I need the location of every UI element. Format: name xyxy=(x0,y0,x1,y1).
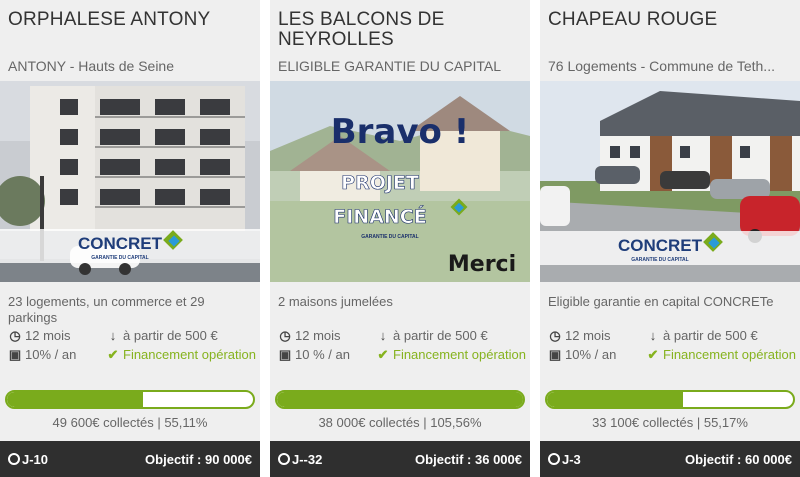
clock-icon: ◷ xyxy=(279,328,291,343)
funding-progress-bar xyxy=(5,390,255,409)
min-investment: ↓ à partir de 500 € xyxy=(376,326,488,345)
collected-amount: 38 000€ collectés | 105,56% xyxy=(318,415,482,430)
arrow-down-icon: ↓ xyxy=(379,328,387,343)
financing-type: ✔ Financement opération xyxy=(107,347,256,362)
concret-logo: CONCRET xyxy=(618,236,703,255)
banknote-icon: ▣ xyxy=(548,347,562,362)
project-title[interactable]: CHAPEAU ROUGE xyxy=(548,10,798,30)
collected-amount: 33 100€ collectés | 55,17% xyxy=(592,415,748,430)
min-investment: ↓ à partir de 500 € xyxy=(646,326,758,345)
projet-text: PROJET xyxy=(341,172,419,194)
duration: ◷ 12 mois xyxy=(549,328,611,343)
clock-icon: ◷ xyxy=(9,328,21,343)
interest-rate: ▣ 10% / an xyxy=(8,347,77,362)
funding-objective: Objectif : 90 000€ xyxy=(145,452,252,467)
collected-amount: 49 600€ collectés | 55,11% xyxy=(52,415,208,430)
project-title[interactable]: LES BALCONS DE NEYROLLES xyxy=(278,10,528,50)
interest-rate: ▣ 10 % / an xyxy=(278,347,350,362)
funding-progress-bar xyxy=(275,390,525,409)
duration: ◷ 12 mois xyxy=(279,328,341,343)
check-icon: ✔ xyxy=(377,347,389,362)
clock-icon xyxy=(548,453,560,465)
project-description: 23 logements, un commerce et 29 parkings xyxy=(8,294,205,325)
concret-logo-sub: GARANTIE DU CAPITAL xyxy=(631,257,688,263)
banknote-icon: ▣ xyxy=(278,347,292,362)
min-investment: ↓ à partir de 500 € xyxy=(106,326,218,345)
arrow-down-icon: ↓ xyxy=(109,328,117,343)
interest-rate: ▣ 10% / an xyxy=(548,347,617,362)
finance-text: FINANCÉ xyxy=(333,205,426,228)
clock-icon: ◷ xyxy=(549,328,561,343)
banknote-icon: ▣ xyxy=(8,347,22,362)
concret-logo: CONCRET xyxy=(78,234,163,253)
card-footer: J-3 Objectif : 60 000€ xyxy=(540,441,800,477)
project-card[interactable]: CHAPEAU ROUGE 76 Logements - Commune de … xyxy=(540,0,800,477)
bravo-text: Bravo ! xyxy=(331,112,470,152)
duration: ◷ 12 mois xyxy=(9,328,71,343)
card-footer: J-10 Objectif : 90 000€ xyxy=(0,441,260,477)
guarantee-text: GARANTIE DU CAPITAL xyxy=(361,234,418,240)
project-image[interactable]: CONCRET GARANTIE DU CAPITAL xyxy=(540,81,800,282)
check-icon: ✔ xyxy=(107,347,119,362)
project-card[interactable]: LES BALCONS DE NEYROLLES ELIGIBLE GARANT… xyxy=(270,0,530,477)
concret-logo-sub: GARANTIE DU CAPITAL xyxy=(91,255,148,261)
days-left: J--32 xyxy=(278,452,322,467)
project-card[interactable]: ORPHALESE ANTONY ANTONY - Hauts de Seine xyxy=(0,0,260,477)
financing-type: ✔ Financement opération xyxy=(647,347,796,362)
progress-fill xyxy=(277,392,523,407)
project-location: ANTONY - Hauts de Seine xyxy=(8,58,175,74)
funding-progress-bar xyxy=(545,390,795,409)
days-left: J-10 xyxy=(8,452,48,467)
arrow-down-icon: ↓ xyxy=(649,328,657,343)
project-location: ELIGIBLE GARANTIE DU CAPITAL xyxy=(278,58,502,74)
clock-icon xyxy=(278,453,290,465)
project-title[interactable]: ORPHALESE ANTONY xyxy=(8,10,258,30)
funding-objective: Objectif : 60 000€ xyxy=(685,452,792,467)
days-left: J-3 xyxy=(548,452,581,467)
card-footer: J--32 Objectif : 36 000€ xyxy=(270,441,530,477)
project-image[interactable]: CONCRET GARANTIE DU CAPITAL xyxy=(0,81,260,282)
progress-fill xyxy=(7,392,143,407)
merci-text: Merci xyxy=(448,252,516,277)
project-image[interactable]: Bravo ! PROJET FINANCÉ GARANTIE DU CAPIT… xyxy=(270,81,530,282)
progress-fill xyxy=(547,392,683,407)
project-location: 76 Logements - Commune de Teth... xyxy=(548,58,775,74)
funding-objective: Objectif : 36 000€ xyxy=(415,452,522,467)
project-description: Eligible garantie en capital CONCRETe xyxy=(548,294,774,309)
check-icon: ✔ xyxy=(647,347,659,362)
financing-type: ✔ Financement opération xyxy=(377,347,526,362)
project-description: 2 maisons jumelées xyxy=(278,294,393,309)
clock-icon xyxy=(8,453,20,465)
